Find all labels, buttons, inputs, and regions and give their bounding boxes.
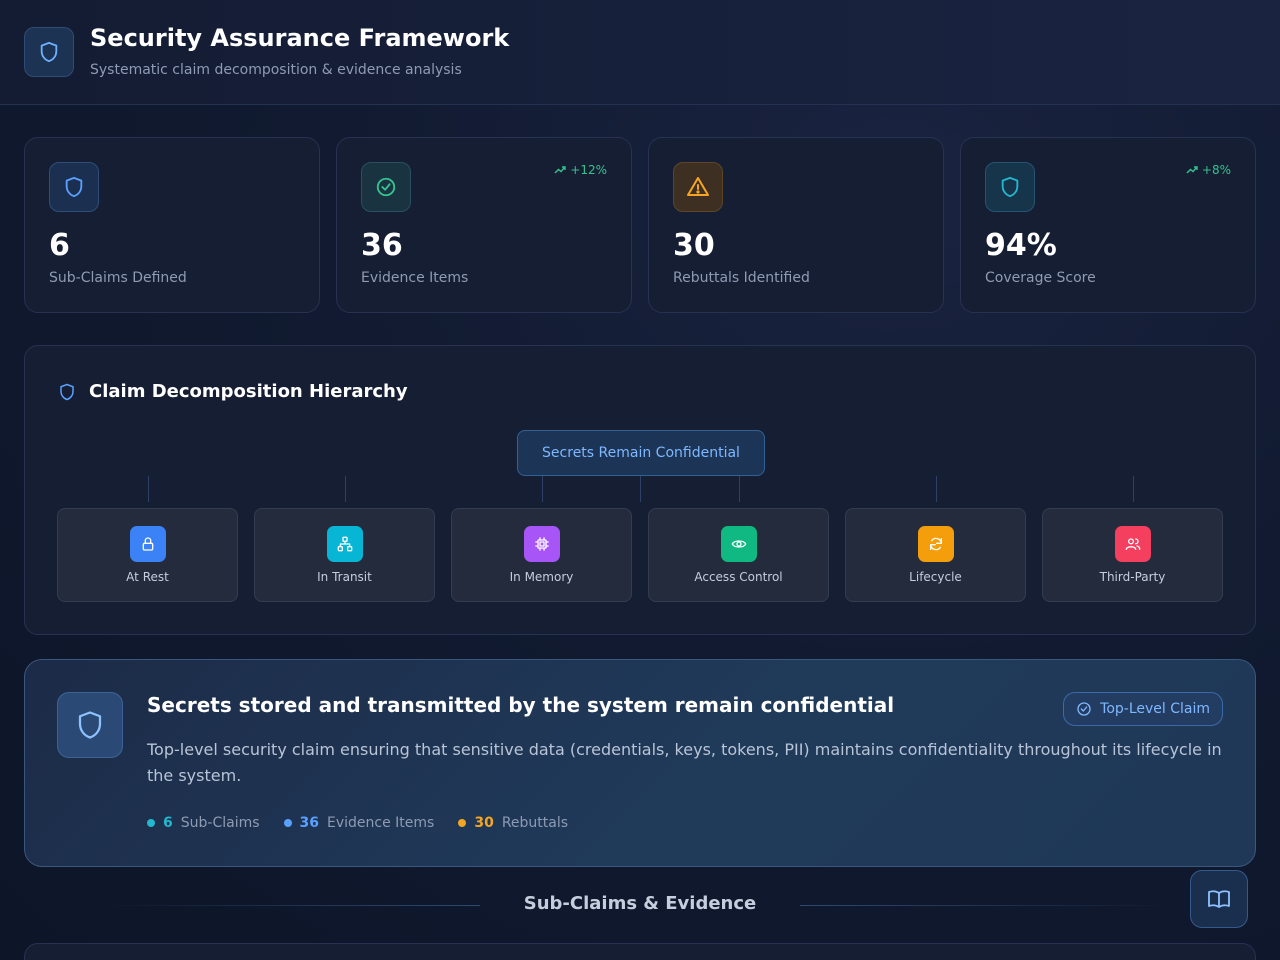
claim-stat-rebuttals: 30 Rebuttals <box>458 815 568 831</box>
subclaim-node-in-memory[interactable]: In Memory <box>451 508 632 602</box>
subclaim-label: Access Control <box>694 570 783 584</box>
stat-value: 30 <box>673 228 715 263</box>
trend-up-icon <box>554 166 566 174</box>
stat-value: 6 <box>49 228 70 263</box>
check-circle-icon <box>1077 702 1091 716</box>
stat-label: Rebuttals Identified <box>673 270 810 286</box>
subclaim-label: In Transit <box>317 570 372 584</box>
top-level-claim-card: Secrets stored and transmitted by the sy… <box>24 659 1256 867</box>
page-title: Security Assurance Framework <box>90 24 510 52</box>
subclaim-node-lifecycle[interactable]: Lifecycle <box>845 508 1026 602</box>
subclaim-node-at-rest[interactable]: At Rest <box>57 508 238 602</box>
app-header: Security Assurance Framework Systematic … <box>0 0 1280 105</box>
claim-hierarchy-panel: Claim Decomposition Hierarchy Secrets Re… <box>24 345 1256 635</box>
connector-line <box>345 476 346 502</box>
stat-value: 94% <box>985 228 1057 263</box>
subclaim-label: Third-Party <box>1099 570 1166 584</box>
check-circle-icon <box>361 162 411 212</box>
subclaim-node-third-party[interactable]: Third-Party <box>1042 508 1223 602</box>
claim-stat-count: 36 <box>299 815 319 831</box>
shield-icon <box>58 382 76 406</box>
subclaim-node-in-transit[interactable]: In Transit <box>254 508 435 602</box>
stat-trend: +12% <box>554 163 607 177</box>
stat-label: Coverage Score <box>985 270 1096 286</box>
stat-card-rebuttals: 30 Rebuttals Identified <box>648 137 944 313</box>
status-dot <box>283 819 292 827</box>
claim-stat-label: Sub-Claims <box>180 815 260 831</box>
subclaim-label: Lifecycle <box>909 570 962 584</box>
refresh-icon <box>918 526 954 562</box>
users-icon <box>1115 526 1151 562</box>
shield-icon <box>24 27 74 77</box>
shield-icon <box>57 692 123 758</box>
claim-stat-subclaims: 6 Sub-Claims <box>147 815 260 831</box>
shield-icon <box>985 162 1035 212</box>
claim-stat-evidence: 36 Evidence Items <box>283 815 435 831</box>
top-level-claim-badge[interactable]: Top-Level Claim <box>1063 692 1223 726</box>
claim-stat-count: 30 <box>474 815 494 831</box>
connector-line <box>542 476 543 502</box>
stat-card-coverage: +8% 94% Coverage Score <box>960 137 1256 313</box>
stat-trend: +8% <box>1186 163 1231 177</box>
hierarchy-title: Claim Decomposition Hierarchy <box>89 381 408 402</box>
stat-label: Evidence Items <box>361 270 469 286</box>
lock-icon <box>130 526 166 562</box>
claim-title: Secrets stored and transmitted by the sy… <box>147 693 895 717</box>
cpu-icon <box>524 526 560 562</box>
stat-trend-value: +8% <box>1201 163 1231 177</box>
section-title: Sub-Claims & Evidence <box>523 893 757 914</box>
connector-line <box>640 476 641 502</box>
subclaim-card <box>24 943 1256 960</box>
claim-stats: 6 Sub-Claims 36 Evidence Items 30 Rebutt… <box>147 815 568 831</box>
subclaim-label: In Memory <box>509 570 574 584</box>
claim-stat-count: 6 <box>163 815 173 831</box>
stat-trend-value: +12% <box>570 163 607 177</box>
stat-label: Sub-Claims Defined <box>49 270 187 286</box>
trend-up-icon <box>1186 166 1198 174</box>
connector-line <box>739 476 740 502</box>
book-icon <box>1208 890 1230 908</box>
stat-card-subclaims: 6 Sub-Claims Defined <box>24 137 320 313</box>
docs-button[interactable] <box>1190 870 1248 928</box>
claim-stat-label: Evidence Items <box>327 815 435 831</box>
root-claim-node[interactable]: Secrets Remain Confidential <box>517 430 765 476</box>
warning-icon <box>673 162 723 212</box>
network-icon <box>327 526 363 562</box>
connector-line <box>148 476 149 502</box>
claim-description: Top-level security claim ensuring that s… <box>147 740 1222 785</box>
connector-line <box>1133 476 1134 502</box>
subclaim-node-access-control[interactable]: Access Control <box>648 508 829 602</box>
eye-icon <box>721 526 757 562</box>
subclaim-label: At Rest <box>126 570 169 584</box>
claim-stat-label: Rebuttals <box>501 815 569 831</box>
badge-label: Top-Level Claim <box>1100 701 1210 717</box>
page-subtitle: Systematic claim decomposition & evidenc… <box>90 62 462 78</box>
stat-value: 36 <box>361 228 403 263</box>
stat-card-evidence: +12% 36 Evidence Items <box>336 137 632 313</box>
shield-icon <box>49 162 99 212</box>
status-dot <box>147 819 155 827</box>
status-dot <box>458 819 467 827</box>
connector-line <box>936 476 937 502</box>
